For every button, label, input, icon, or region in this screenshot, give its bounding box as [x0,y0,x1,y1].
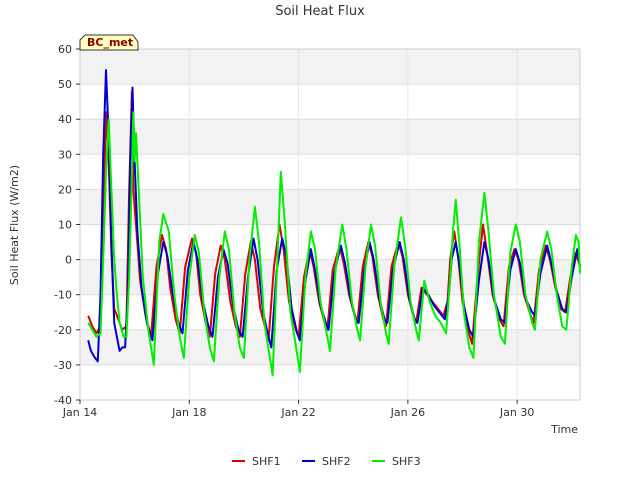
x-tick-label: Jan 14 [62,406,97,419]
x-axis-ticks: Jan 14 Jan 18 Jan 22 Jan 26 Jan 30 [62,400,534,419]
legend-label-shf3: SHF3 [392,455,421,468]
y-tick-label: 0 [65,254,72,267]
x-tick-label: Jan 22 [280,406,315,419]
y-axis-ticks: -40-30-20-100102030405060 [54,43,80,407]
x-axis-label: Time [550,423,578,436]
y-tick-label: 40 [58,113,72,126]
y-tick-label: -30 [54,359,72,372]
y-tick-label: 60 [58,43,72,56]
background-band [80,119,580,155]
y-tick-label: 50 [58,78,72,91]
chart-title: Soil Heat Flux [275,4,365,19]
y-tick-label: 10 [58,219,72,232]
legend-label-shf1: SHF1 [252,455,281,468]
x-tick-label: Jan 26 [390,406,425,419]
background-band [80,189,580,225]
station-label: BC_met [79,34,139,51]
y-tick-label: 30 [58,148,72,161]
y-tick-label: -10 [54,289,72,302]
x-tick-label: Jan 30 [499,406,534,419]
background-band [80,49,580,85]
y-tick-label: 20 [58,183,72,196]
legend-label-shf2: SHF2 [322,455,351,468]
legend: SHF1 SHF2 SHF3 [232,455,421,468]
x-tick-label: Jan 18 [171,406,206,419]
soil-heat-flux-chart: -40-30-20-100102030405060 Jan 14 Jan 18 Ja… [8,4,581,468]
station-label-text: BC_met [87,36,133,49]
y-axis-label: Soil Heat Flux (W/m2) [8,165,21,285]
y-tick-label: -20 [54,324,72,337]
